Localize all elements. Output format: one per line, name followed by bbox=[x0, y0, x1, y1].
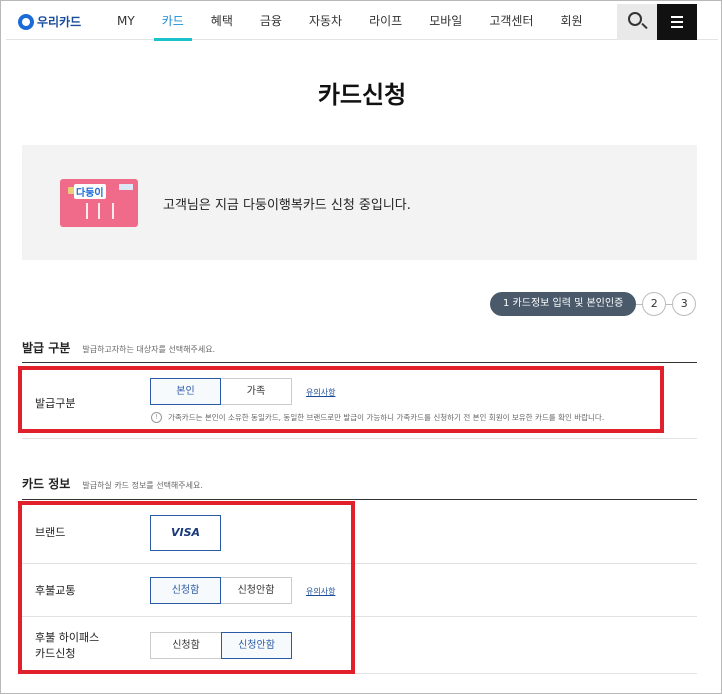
row-divider bbox=[22, 438, 697, 439]
logo-icon bbox=[18, 13, 34, 30]
card-image: 다둥이 bbox=[60, 179, 138, 227]
nav-item-mobile[interactable]: 모바일 bbox=[421, 4, 470, 40]
nav-item-finance[interactable]: 금융 bbox=[252, 4, 290, 40]
step-3: 3 bbox=[672, 292, 697, 316]
logo-text: 우리카드 bbox=[37, 15, 82, 29]
hamburger-icon bbox=[671, 16, 683, 18]
card-banner: 다둥이 고객님은 지금 다둥이행복카드 신청 중입니다. bbox=[22, 145, 697, 260]
nav-item-card[interactable]: 카드 bbox=[153, 4, 192, 41]
step-2: 2 bbox=[642, 292, 667, 316]
section-desc: 발급하실 카드 정보를 선택해주세요. bbox=[82, 481, 203, 490]
nav-item-customer-center[interactable]: 고객센터 bbox=[481, 4, 541, 40]
nav-item-car[interactable]: 자동차 bbox=[301, 4, 350, 40]
browser-frame: 우리카드 MY 카드 혜택 금융 자동차 라이프 모바일 고객센터 회원 카드신… bbox=[0, 0, 722, 694]
highlight-box-card-info bbox=[18, 501, 355, 674]
nav-item-member[interactable]: 회원 bbox=[553, 4, 591, 40]
section-desc: 발급하고자하는 대상자를 선택해주세요. bbox=[82, 345, 216, 354]
search-icon bbox=[628, 12, 642, 26]
step-indicator: 1 카드정보 입력 및 본인인증 2 3 bbox=[490, 292, 697, 316]
nav-item-benefits[interactable]: 혜택 bbox=[203, 4, 241, 40]
card-message: 고객님은 지금 다둥이행복카드 신청 중입니다. bbox=[163, 198, 411, 213]
step-1-active: 1 카드정보 입력 및 본인인증 bbox=[490, 292, 637, 316]
issue-section-header: 발급 구분 발급하고자하는 대상자를 선택해주세요. bbox=[22, 339, 215, 356]
menu-button[interactable] bbox=[657, 4, 697, 40]
search-button[interactable] bbox=[617, 4, 657, 40]
section-divider bbox=[22, 499, 697, 500]
card-info-section-header: 카드 정보 발급하실 카드 정보를 선택해주세요. bbox=[22, 475, 203, 492]
section-divider bbox=[22, 362, 697, 363]
nav-item-my[interactable]: MY bbox=[109, 4, 143, 40]
logo[interactable]: 우리카드 bbox=[18, 13, 81, 30]
card-name: 다둥이 bbox=[74, 184, 106, 199]
top-navigation: 우리카드 MY 카드 혜택 금융 자동차 라이프 모바일 고객센터 회원 bbox=[6, 4, 718, 41]
section-title: 카드 정보 bbox=[22, 477, 71, 491]
main-nav: MY 카드 혜택 금융 자동차 라이프 모바일 고객센터 회원 bbox=[109, 4, 602, 41]
page-title: 카드신청 bbox=[317, 81, 407, 109]
section-title: 발급 구분 bbox=[22, 341, 71, 355]
nav-item-life[interactable]: 라이프 bbox=[361, 4, 410, 40]
highlight-box-issue bbox=[18, 366, 664, 433]
